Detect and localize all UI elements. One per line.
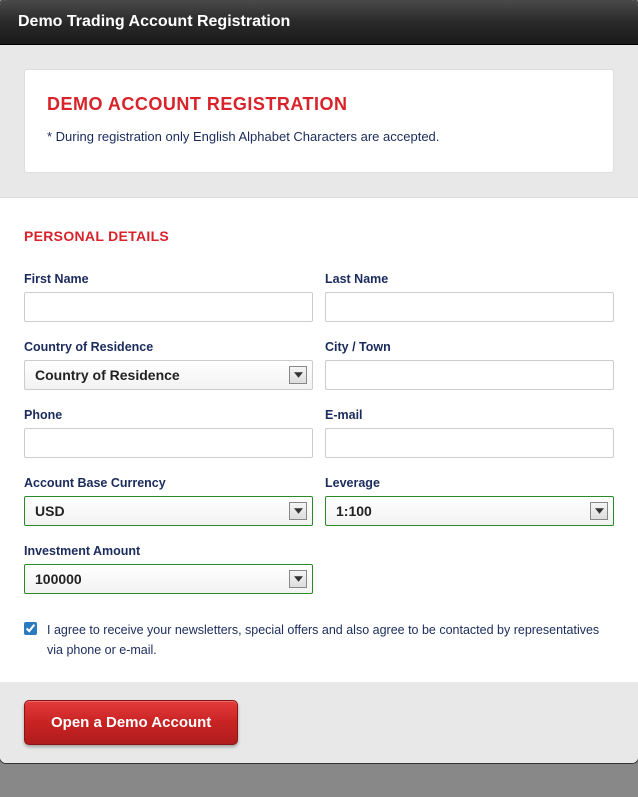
label-currency: Account Base Currency — [24, 476, 313, 490]
field-country: Country of Residence Country of Residenc… — [24, 340, 313, 390]
chevron-down-icon — [590, 502, 608, 520]
label-city: City / Town — [325, 340, 614, 354]
open-demo-account-button[interactable]: Open a Demo Account — [24, 700, 238, 745]
label-phone: Phone — [24, 408, 313, 422]
field-email: E-mail — [325, 408, 614, 458]
consent-text: I agree to receive your newsletters, spe… — [47, 620, 614, 660]
info-note: * During registration only English Alpha… — [47, 129, 591, 144]
select-investment-value: 100000 — [35, 571, 82, 587]
modal-title: Demo Trading Account Registration — [18, 13, 620, 31]
modal-footer: Open a Demo Account — [0, 682, 638, 763]
input-phone[interactable] — [24, 428, 313, 458]
select-leverage[interactable]: 1:100 — [325, 496, 614, 526]
field-investment: Investment Amount 100000 — [24, 544, 313, 594]
label-last-name: Last Name — [325, 272, 614, 286]
input-city[interactable] — [325, 360, 614, 390]
field-city: City / Town — [325, 340, 614, 390]
info-heading: DEMO ACCOUNT REGISTRATION — [47, 94, 591, 115]
chevron-down-icon — [289, 502, 307, 520]
registration-modal: Demo Trading Account Registration DEMO A… — [0, 0, 638, 763]
field-leverage: Leverage 1:100 — [325, 476, 614, 526]
select-investment[interactable]: 100000 — [24, 564, 313, 594]
chevron-down-icon — [289, 570, 307, 588]
select-country[interactable]: Country of Residence — [24, 360, 313, 390]
consent-row: I agree to receive your newsletters, spe… — [24, 620, 614, 660]
label-email: E-mail — [325, 408, 614, 422]
field-phone: Phone — [24, 408, 313, 458]
select-leverage-value: 1:100 — [336, 503, 372, 519]
select-country-value: Country of Residence — [35, 367, 180, 383]
form-grid: First Name Last Name Country of Residenc… — [24, 272, 614, 594]
select-currency-value: USD — [35, 503, 65, 519]
label-first-name: First Name — [24, 272, 313, 286]
input-first-name[interactable] — [24, 292, 313, 322]
label-leverage: Leverage — [325, 476, 614, 490]
field-last-name: Last Name — [325, 272, 614, 322]
input-email[interactable] — [325, 428, 614, 458]
label-country: Country of Residence — [24, 340, 313, 354]
info-panel: DEMO ACCOUNT REGISTRATION * During regis… — [0, 45, 638, 198]
field-currency: Account Base Currency USD — [24, 476, 313, 526]
select-currency[interactable]: USD — [24, 496, 313, 526]
chevron-down-icon — [289, 366, 307, 384]
input-last-name[interactable] — [325, 292, 614, 322]
section-title: PERSONAL DETAILS — [24, 228, 614, 244]
info-box: DEMO ACCOUNT REGISTRATION * During regis… — [24, 69, 614, 173]
modal-header: Demo Trading Account Registration — [0, 0, 638, 45]
checkbox-consent[interactable] — [24, 621, 37, 636]
label-investment: Investment Amount — [24, 544, 313, 558]
form-section: PERSONAL DETAILS First Name Last Name Co… — [0, 198, 638, 682]
field-first-name: First Name — [24, 272, 313, 322]
